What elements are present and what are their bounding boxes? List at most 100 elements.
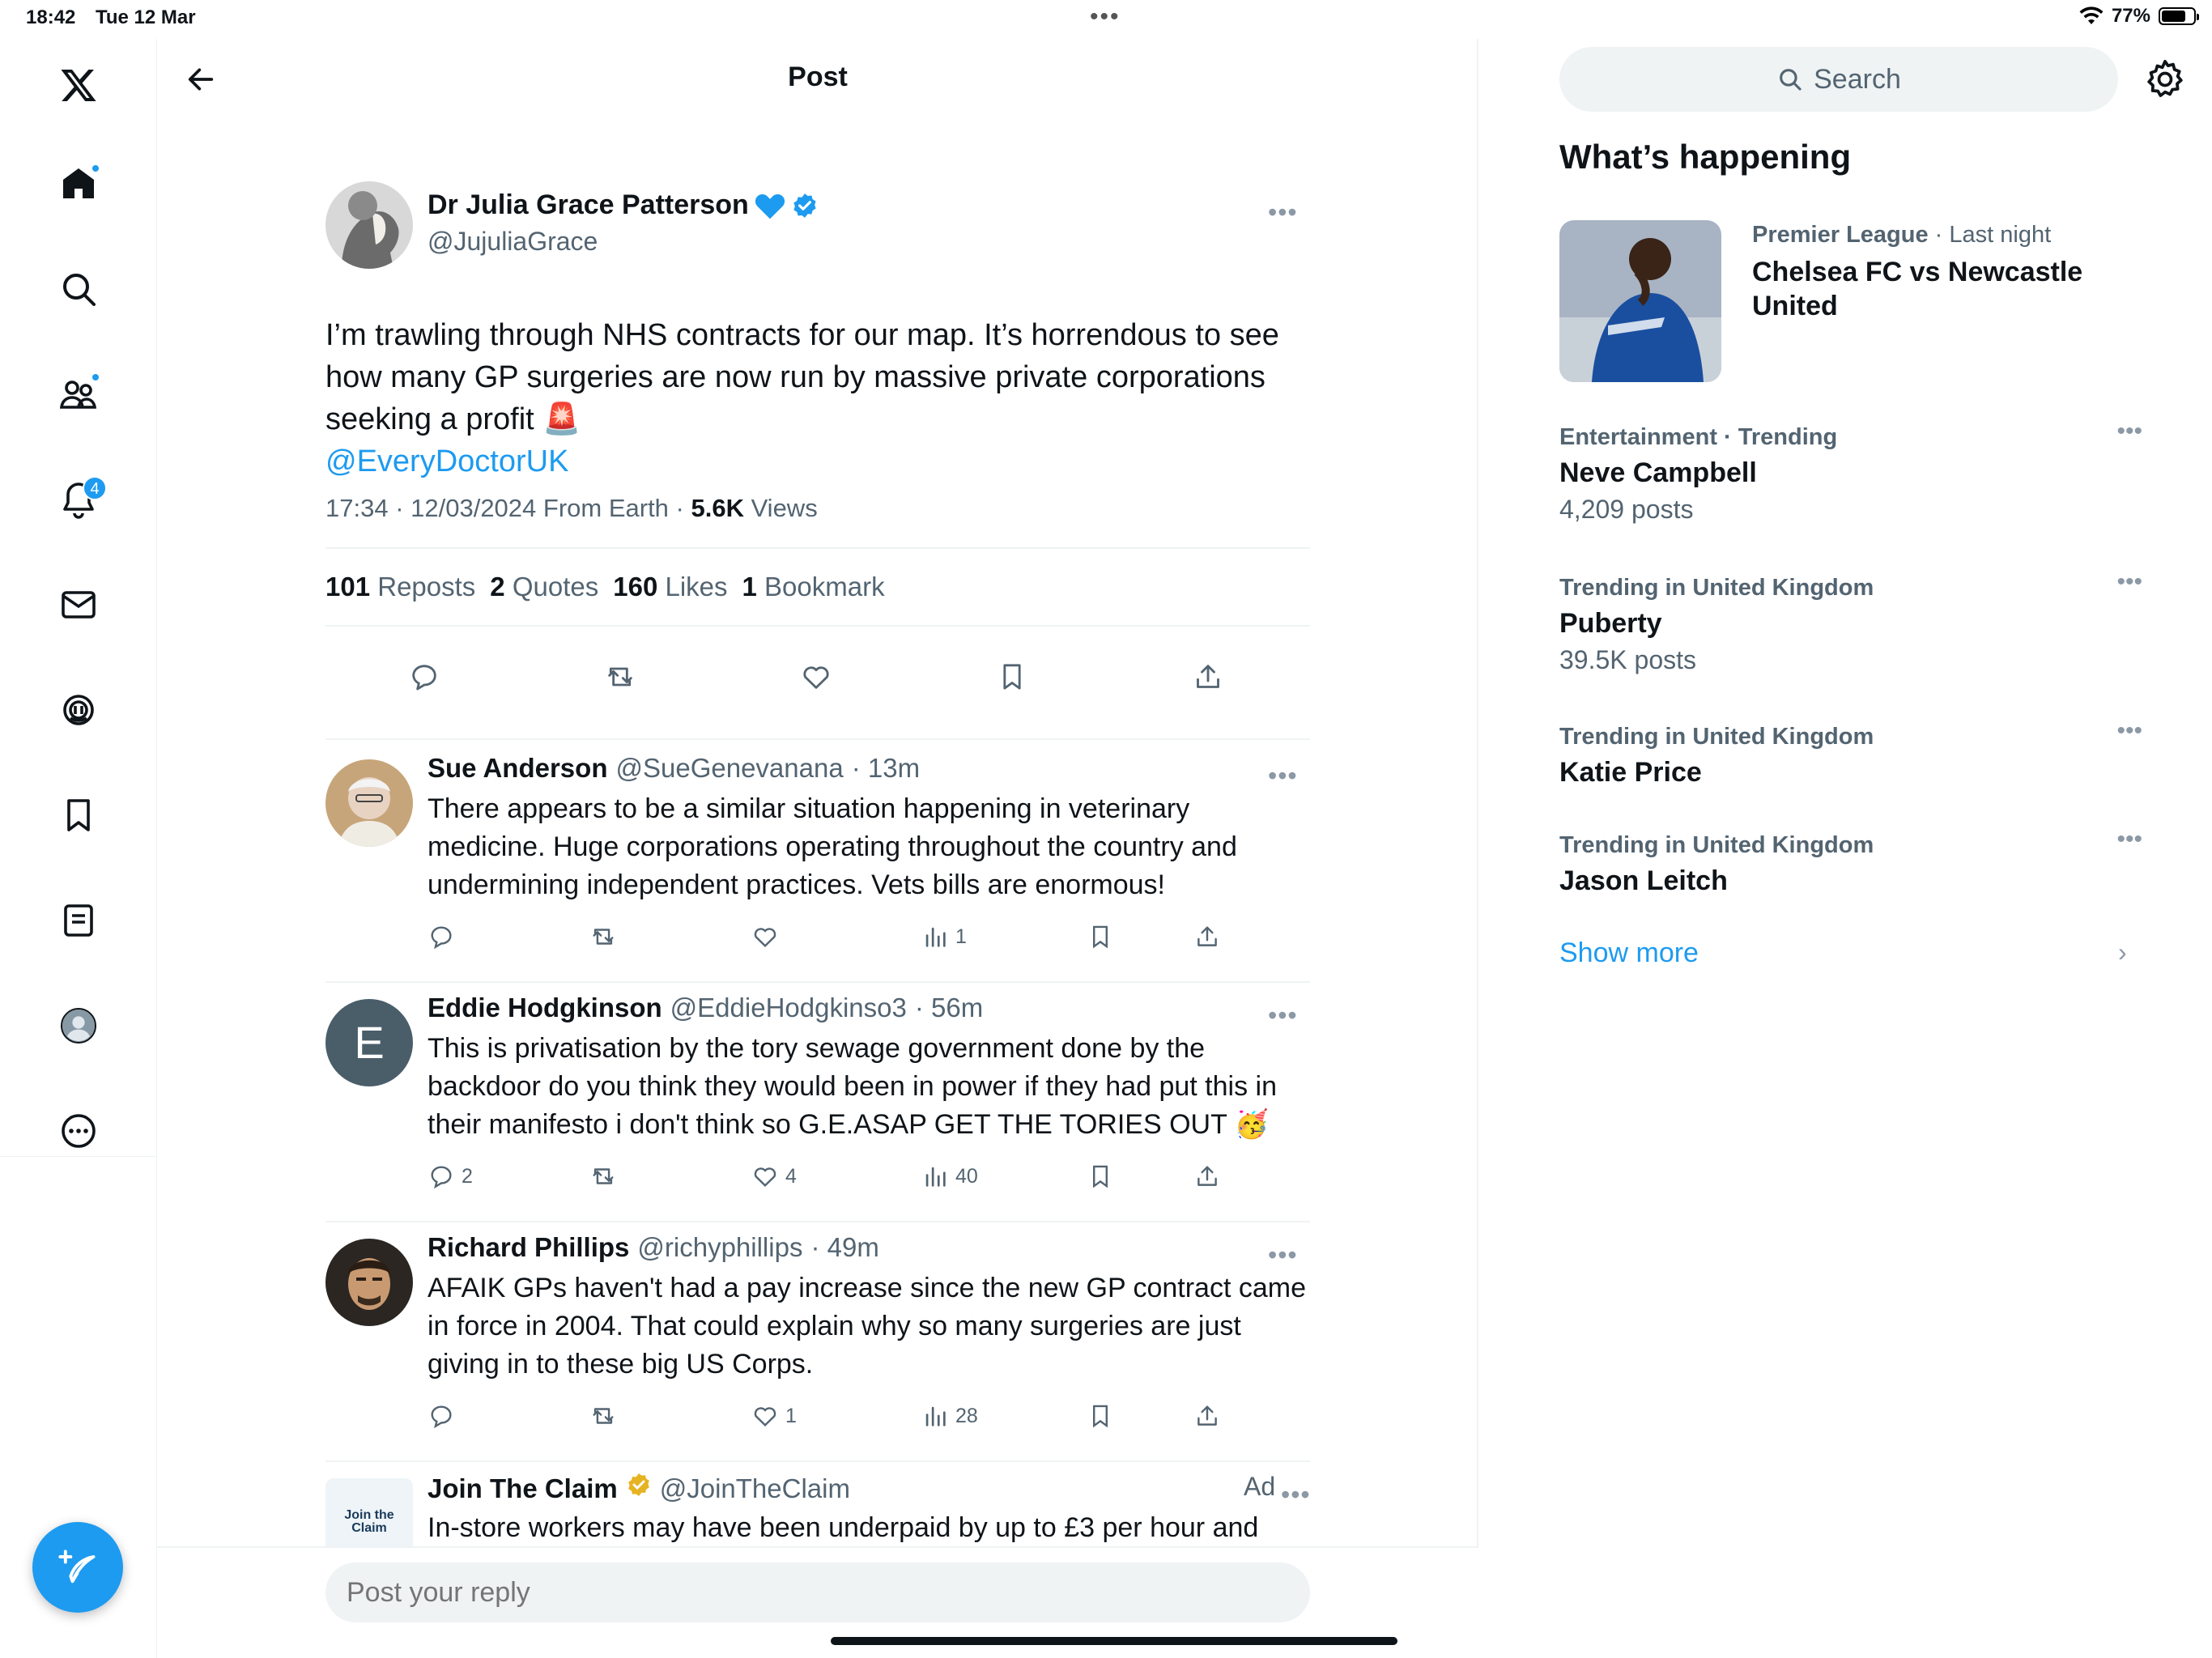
quotes-label: Quotes [512,572,599,602]
reply-avatar-initial[interactable]: E [325,999,413,1086]
grok-icon[interactable] [50,682,107,738]
post-actions [325,646,1310,711]
share-icon[interactable] [1193,1402,1221,1430]
author-handle[interactable]: @JujuliaGrace [428,227,598,257]
ad-author-name[interactable]: Join The Claim [428,1473,618,1504]
like-heart-icon[interactable] [793,654,839,699]
trend-more-icon[interactable]: ••• [2116,717,2142,745]
show-more-link[interactable]: Show more [1559,937,1699,969]
notifications-bell-icon[interactable]: 4 [50,471,107,528]
share-icon[interactable] [1193,923,1221,950]
ad-label: Ad [1244,1472,1276,1501]
reply-input[interactable] [325,1562,1310,1622]
reply-author-name[interactable]: Sue Anderson [428,753,607,784]
share-icon[interactable] [1185,654,1231,699]
home-indicator[interactable] [831,1637,1397,1645]
profile-avatar-icon[interactable] [50,997,107,1054]
reply-more-icon[interactable]: ••• [1268,1242,1298,1268]
bookmarks-icon[interactable] [50,787,107,844]
messages-envelope-icon[interactable] [50,576,107,633]
trend-more-icon[interactable]: ••• [2116,418,2142,445]
reply-avatar[interactable] [325,1239,413,1326]
lists-icon[interactable] [50,892,107,949]
communities-icon[interactable] [50,366,107,423]
search-icon[interactable] [50,261,107,317]
ad-post[interactable]: Join the Claim Join The Claim @JoinTheCl… [325,1462,1310,1546]
settings-gear-icon[interactable] [2142,57,2188,102]
bookmark-icon[interactable] [989,654,1035,699]
reply-icon[interactable] [428,923,462,950]
author-avatar[interactable] [325,181,413,269]
like-heart-icon[interactable]: 1 [751,1402,797,1430]
author-name[interactable]: Dr Julia Grace Patterson [428,189,819,221]
likes-stat[interactable]: 160 Likes [613,572,727,602]
repost-icon[interactable] [589,1402,623,1430]
bookmarks-count: 1 [742,572,757,602]
bookmark-icon[interactable] [1087,1402,1114,1430]
post-stats: 101 Reposts 2 Quotes 160 Likes 1 Bookmar… [325,572,885,602]
ad-author-handle[interactable]: @JoinTheClaim [660,1473,850,1504]
trend-title: Neve Campbell [1559,457,1757,488]
reply-item[interactable]: Sue Anderson @SueGenevanana · 13m ••• Th… [325,743,1310,983]
reply-item[interactable]: Richard Phillips @richyphillips · 49m ••… [325,1222,1310,1462]
search-bar[interactable]: Search [1559,47,2118,112]
ad-header: Join The Claim @JoinTheClaim [428,1472,850,1504]
reply-avatar[interactable] [325,759,413,847]
reply-icon[interactable]: 2 [428,1163,473,1190]
page-title: Post [788,62,848,92]
reply-more-icon[interactable]: ••• [1268,763,1298,789]
multitasking-dots-icon[interactable]: ••• [1090,3,1121,31]
post-more-icon[interactable]: ••• [1268,199,1298,225]
reply-time[interactable]: · 49m [810,1232,878,1263]
post-timestamp[interactable]: 17:34 · 12/03/2024 From Earth · [325,494,691,522]
trend-more-icon[interactable]: ••• [2116,568,2142,596]
reply-item[interactable]: E Eddie Hodgkinson @EddieHodgkinso3 · 56… [325,983,1310,1222]
home-icon[interactable] [50,155,107,212]
trend-item[interactable]: Trending in United Kingdom Katie Price •… [1559,717,2142,789]
reply-author-handle[interactable]: @richyphillips [637,1232,802,1263]
chevron-right-icon[interactable]: › [2118,937,2127,967]
ad-logo[interactable]: Join the Claim [325,1478,413,1546]
reply-icon[interactable] [402,654,447,699]
trend-item[interactable]: Trending in United Kingdom Jason Leitch … [1559,826,2142,898]
reply-icon[interactable] [428,1402,462,1430]
trend-category: Trending in United Kingdom [1559,575,1874,601]
trend-category: Entertainment · Trending [1559,424,1838,450]
trend-category: Trending in United Kingdom [1559,724,1874,750]
likes-label: Likes [665,572,728,602]
trend-item[interactable]: Trending in United Kingdom Puberty 39.5K… [1559,568,2142,675]
trend-more-icon[interactable]: ••• [2116,826,2142,853]
repost-icon[interactable] [589,923,623,950]
reply-time[interactable]: · 13m [852,753,920,784]
reply-author-handle[interactable]: @SueGenevanana [615,753,843,784]
post-mention-link[interactable]: @EveryDoctorUK [325,444,568,478]
reply-author-name[interactable]: Eddie Hodgkinson [428,993,662,1023]
feather-plus-icon [58,1550,96,1584]
reposts-stat[interactable]: 101 Reposts [325,572,475,602]
like-heart-icon[interactable]: 4 [751,1163,797,1190]
reply-author-name[interactable]: Richard Phillips [428,1232,629,1263]
compose-post-button[interactable] [32,1522,123,1613]
trend-title: Puberty [1559,608,1662,639]
views-chart-icon[interactable]: 1 [921,923,967,950]
bookmark-icon[interactable] [1087,1163,1114,1190]
repost-icon[interactable] [598,654,643,699]
reply-author-handle[interactable]: @EddieHodgkinso3 [670,993,907,1023]
reply-more-icon[interactable]: ••• [1268,1002,1298,1028]
featured-trend-image[interactable] [1559,220,1721,382]
trend-item[interactable]: Entertainment · Trending Neve Campbell 4… [1559,418,2142,525]
bookmark-icon[interactable] [1087,923,1114,950]
bookmarks-stat[interactable]: 1 Bookmark [742,572,885,602]
quotes-stat[interactable]: 2 Quotes [490,572,598,602]
x-logo-icon[interactable] [50,57,107,113]
like-heart-icon[interactable] [751,923,785,950]
repost-icon[interactable] [589,1163,623,1190]
featured-trend[interactable]: Premier League · Last night Chelsea FC v… [1752,222,2116,323]
share-icon[interactable] [1193,1163,1221,1190]
views-label: Views [743,494,818,522]
reply-time[interactable]: · 56m [915,993,983,1023]
more-options-icon[interactable] [50,1103,107,1159]
views-chart-icon[interactable]: 40 [921,1163,978,1190]
ad-more-icon[interactable]: ••• [1281,1482,1310,1507]
views-chart-icon[interactable]: 28 [921,1402,978,1430]
